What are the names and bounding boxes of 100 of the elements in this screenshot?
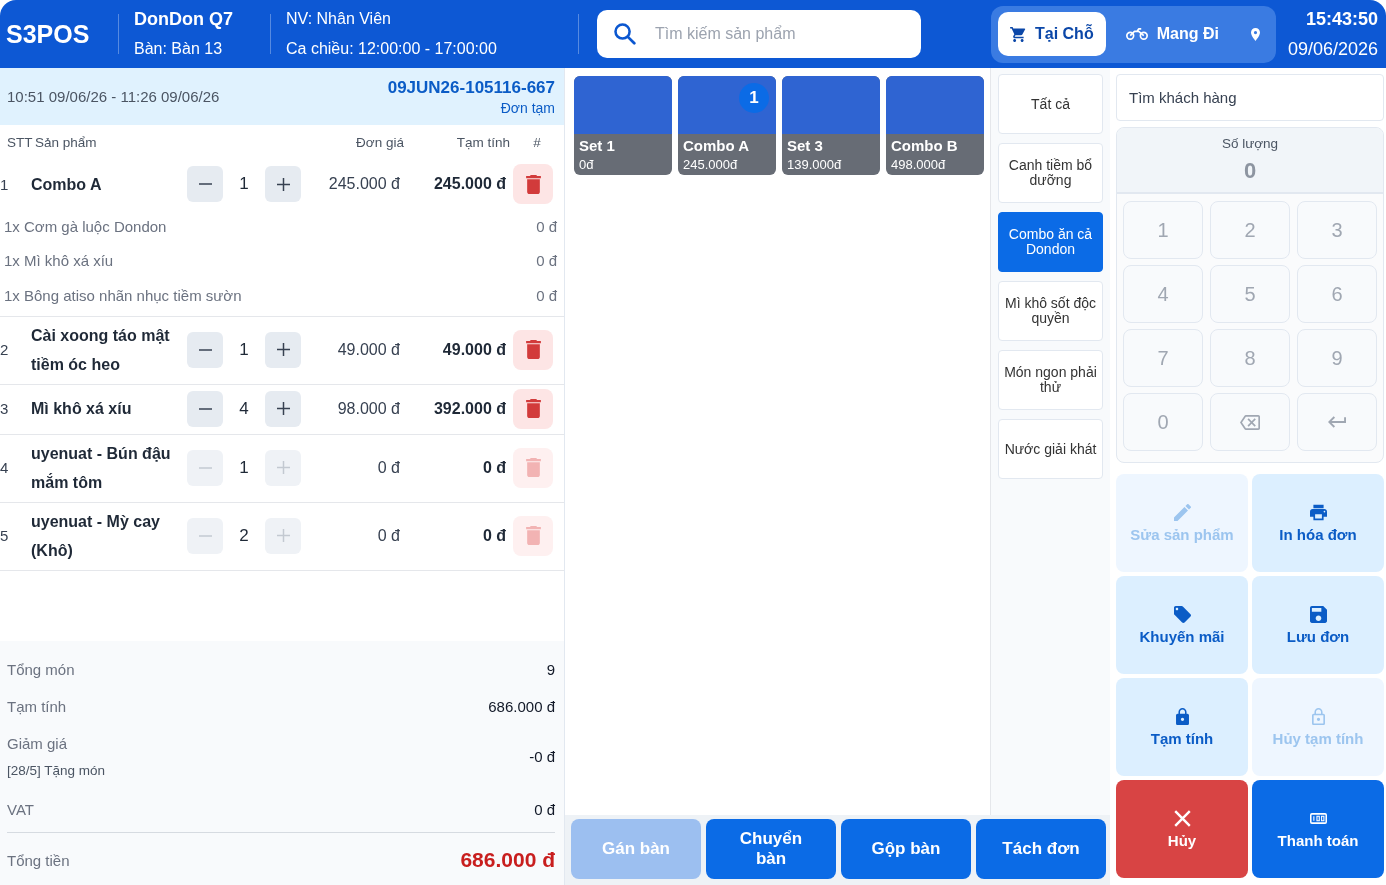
table-action-button[interactable]: Tách đơn [976, 819, 1106, 879]
lock-icon [1173, 707, 1191, 725]
summary-value: -0 đ [529, 747, 555, 765]
action-button[interactable]: In hóa đơn [1252, 474, 1384, 572]
lock-outline-icon [1309, 707, 1327, 725]
summary-value: 686.000 đ [488, 698, 555, 715]
column-header: Tạm tính [456, 135, 510, 150]
delete-button[interactable] [513, 388, 553, 429]
pin-icon[interactable] [1250, 27, 1260, 41]
grand-total-value: 686.000 đ [460, 848, 555, 872]
decrease-button[interactable] [187, 390, 223, 427]
discount-note: [28/5] Tặng món [7, 762, 106, 780]
action-button[interactable]: Thanh toán [1252, 780, 1384, 878]
product-card[interactable]: Set 1 0đ [574, 76, 672, 175]
customer-search-field[interactable]: Tìm khách hàng [1116, 74, 1384, 121]
summary-label: Giảm giá [7, 734, 68, 754]
table-action-button[interactable]: Gộp bàn [841, 819, 971, 879]
product-card[interactable]: Combo B 498.000đ [886, 76, 984, 175]
product-name: uyenuat - Bún đậu mắm tôm [31, 443, 172, 493]
row-number: 2 [0, 341, 9, 358]
order-type-tab[interactable]: Mang Đi [1113, 12, 1231, 56]
quantity-value: 1 [239, 174, 249, 194]
unit-price: 245.000 đ [328, 175, 400, 193]
table-action-button[interactable]: Chuyển bàn [706, 819, 836, 879]
product-name: uyenuat - Mỳ cay (Khô) [31, 511, 161, 561]
product-title: Combo B [891, 136, 958, 155]
product-name: Combo A [31, 174, 102, 195]
search-field[interactable]: Tìm kiếm sản phẩm [597, 10, 921, 58]
trash-icon [525, 526, 541, 545]
pencil-icon [1173, 503, 1191, 521]
plus-icon [276, 529, 290, 542]
minus-icon [198, 466, 212, 469]
unit-price: 0 đ [377, 458, 400, 477]
action-button[interactable]: Khuyến mãi [1116, 576, 1248, 674]
increase-button[interactable] [265, 166, 301, 202]
enter-key[interactable] [1297, 393, 1377, 451]
clock-date: 09/06/2026 [1287, 38, 1378, 60]
grand-total-label: Tổng tiền [7, 851, 70, 869]
category-button[interactable]: Canh tiềm bổ dưỡng [998, 143, 1103, 203]
increase-button[interactable] [265, 390, 301, 427]
summary-value: 9 [546, 661, 555, 678]
search-icon [614, 23, 636, 45]
column-header: STT [6, 135, 33, 150]
delete-button[interactable] [513, 329, 553, 370]
product-price: 139.000đ [787, 156, 842, 173]
plus-icon [276, 402, 290, 415]
product-card[interactable]: Combo A 245.000đ 1 [678, 76, 776, 175]
category-button[interactable]: Combo ăn cả Dondon [998, 212, 1103, 272]
action-button[interactable]: Hủy [1116, 780, 1248, 878]
minus-icon [198, 183, 212, 185]
component-price: 0 đ [536, 286, 557, 304]
summary-label: Tổng món [7, 661, 75, 678]
category-button[interactable]: Nước giải khát [998, 419, 1103, 479]
summary-label: VAT [7, 801, 34, 818]
category-button[interactable]: Tất cả [998, 74, 1103, 134]
clock-time: 15:43:50 [1305, 8, 1378, 30]
increase-button[interactable] [265, 331, 301, 368]
backspace-key[interactable] [1210, 393, 1290, 451]
combo-component: 1x Mì khô xá xíu [4, 252, 114, 270]
staff-name: NV: Nhân Viên [286, 9, 391, 29]
combo-component: 1x Cơm gà luộc Dondon [4, 217, 167, 235]
row-number: 5 [0, 527, 9, 544]
product-price: 0đ [579, 156, 594, 173]
motorcycle-icon [1125, 28, 1148, 40]
decrease-button[interactable] [187, 331, 223, 368]
minus-icon [198, 348, 212, 351]
delete-button[interactable] [513, 164, 553, 204]
store-name: DonDon Q7 [134, 8, 233, 30]
plus-icon [276, 177, 290, 191]
quantity-label: Số lượng [1221, 136, 1279, 151]
action-button[interactable]: Tạm tính [1116, 678, 1248, 776]
product-name: Cài xoong táo mật tiềm óc heo [31, 325, 171, 375]
product-card[interactable]: Set 3 139.000đ [782, 76, 880, 175]
row-number: 3 [0, 400, 9, 417]
logo: S3POS [5, 19, 91, 49]
order-time-range: 10:51 09/06/26 - 11:26 09/06/26 [7, 88, 220, 105]
table-name: Bàn: Bàn 13 [134, 39, 223, 59]
quantity-value: 1 [239, 339, 249, 360]
shift-time: Ca chiều: 12:00:00 - 17:00:00 [286, 39, 497, 59]
summary-value: 0 đ [534, 801, 555, 818]
minus-icon [198, 407, 212, 410]
line-total: 49.000 đ [442, 340, 506, 359]
product-title: Combo A [683, 136, 750, 155]
order-type-tab[interactable]: Tại Chỗ [998, 12, 1106, 56]
quantity-value: 1 [239, 457, 249, 478]
quantity-value: 2 [239, 525, 249, 546]
category-button[interactable]: Mì khô sốt độc quyền [998, 281, 1103, 341]
cart-icon [1010, 26, 1026, 42]
action-button[interactable]: Lưu đơn [1252, 576, 1384, 674]
printer-icon [1309, 503, 1327, 521]
component-price: 0 đ [536, 217, 557, 235]
line-total: 245.000 đ [433, 175, 506, 193]
trash-icon [525, 174, 541, 194]
decrease-button[interactable] [187, 166, 223, 202]
trash-icon [525, 340, 541, 359]
category-button[interactable]: Món ngon phải thử [998, 350, 1103, 410]
save-icon [1309, 605, 1327, 623]
quantity-input-value: 0 [1243, 158, 1257, 184]
column-header: Sản phẩm [35, 135, 97, 150]
column-header: Đơn giá [356, 135, 404, 150]
